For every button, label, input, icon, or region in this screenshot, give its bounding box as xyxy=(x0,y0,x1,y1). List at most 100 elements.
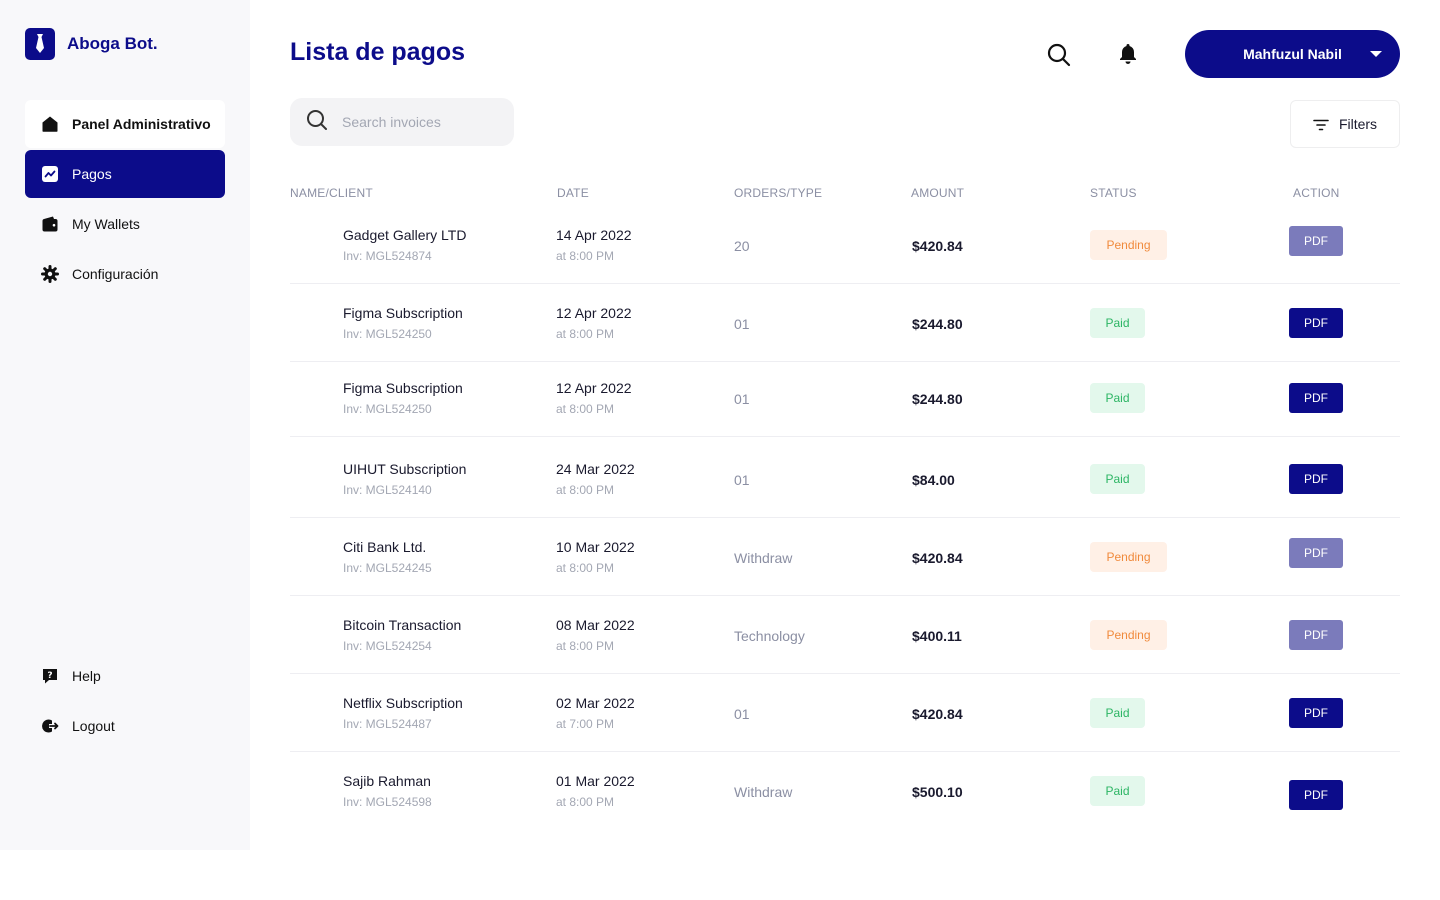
payment-date: 10 Mar 2022 xyxy=(556,539,635,555)
column-header-status: STATUS xyxy=(1090,186,1137,200)
table-row: UIHUT Subscription Inv: MGL524140 24 Mar… xyxy=(290,437,1400,518)
payment-time: at 7:00 PM xyxy=(556,717,615,731)
sidebar-item-logout[interactable]: Logout xyxy=(25,702,225,750)
sidebar: Aboga Bot. Panel Administrativo Pagos My… xyxy=(0,0,250,850)
payment-time: at 8:00 PM xyxy=(556,561,615,575)
status-badge: Paid xyxy=(1090,464,1145,494)
logout-icon xyxy=(41,717,59,735)
payment-time: at 8:00 PM xyxy=(556,795,615,809)
table-row: Figma Subscription Inv: MGL524250 12 Apr… xyxy=(290,284,1400,362)
invoice-number: Inv: MGL524245 xyxy=(343,561,432,575)
order-type: 01 xyxy=(734,472,750,488)
client-name: Sajib Rahman xyxy=(343,773,431,789)
payment-date: 14 Apr 2022 xyxy=(556,227,632,243)
amount: $420.84 xyxy=(912,706,963,722)
search-icon xyxy=(306,109,328,136)
home-icon xyxy=(41,115,59,133)
invoice-number: Inv: MGL524140 xyxy=(343,483,432,497)
table-header: NAME/CLIENT DATE ORDERS/TYPE AMOUNT STAT… xyxy=(0,186,1440,202)
order-type: Withdraw xyxy=(734,784,793,800)
sidebar-item-label: Pagos xyxy=(72,166,112,182)
amount: $84.00 xyxy=(912,472,955,488)
status-badge: Pending xyxy=(1090,230,1167,260)
column-header-orders: ORDERS/TYPE xyxy=(734,186,823,200)
order-type: Technology xyxy=(734,628,805,644)
order-type: 20 xyxy=(734,238,750,254)
invoice-number: Inv: MGL524598 xyxy=(343,795,432,809)
sidebar-bottom-nav: ? Help Logout xyxy=(25,652,225,752)
sidebar-item-label: My Wallets xyxy=(72,216,140,232)
search-icon[interactable] xyxy=(1046,42,1072,68)
status-badge: Paid xyxy=(1090,776,1145,806)
user-menu-button[interactable]: Mahfuzul Nabil xyxy=(1185,30,1400,78)
pdf-button[interactable]: PDF xyxy=(1289,464,1343,494)
table-row: Figma Subscription Inv: MGL524250 12 Apr… xyxy=(290,362,1400,437)
invoice-number: Inv: MGL524254 xyxy=(343,639,432,653)
invoice-number: Inv: MGL524487 xyxy=(343,717,432,731)
sidebar-item-panel-administrativo[interactable]: Panel Administrativo xyxy=(25,100,225,148)
client-name: Netflix Subscription xyxy=(343,695,463,711)
pdf-button[interactable]: PDF xyxy=(1289,538,1343,568)
amount: $500.10 xyxy=(912,784,963,800)
payment-date: 08 Mar 2022 xyxy=(556,617,635,633)
sidebar-item-help[interactable]: ? Help xyxy=(25,652,225,700)
amount: $420.84 xyxy=(912,238,963,254)
sidebar-item-configuracion[interactable]: Configuración xyxy=(25,250,225,298)
notification-bell-icon[interactable] xyxy=(1116,42,1140,66)
table-row: Gadget Gallery LTD Inv: MGL524874 14 Apr… xyxy=(290,206,1400,284)
brand-logo[interactable]: Aboga Bot. xyxy=(25,28,158,60)
payment-date: 01 Mar 2022 xyxy=(556,773,635,789)
payment-time: at 8:00 PM xyxy=(556,327,615,341)
amount: $244.80 xyxy=(912,391,963,407)
payment-date: 24 Mar 2022 xyxy=(556,461,635,477)
order-type: 01 xyxy=(734,391,750,407)
filters-label: Filters xyxy=(1338,116,1378,132)
amount: $244.80 xyxy=(912,316,963,332)
status-badge: Paid xyxy=(1090,383,1145,413)
amount: $420.84 xyxy=(912,550,963,566)
table-row: Netflix Subscription Inv: MGL524487 02 M… xyxy=(290,674,1400,752)
invoice-number: Inv: MGL524874 xyxy=(343,249,432,263)
payment-time: at 8:00 PM xyxy=(556,483,615,497)
filters-button[interactable]: Filters xyxy=(1290,100,1400,148)
order-type: 01 xyxy=(734,706,750,722)
sidebar-item-label: Panel Administrativo xyxy=(72,116,211,132)
payment-date: 02 Mar 2022 xyxy=(556,695,635,711)
payment-time: at 8:00 PM xyxy=(556,249,615,263)
column-header-amount: AMOUNT xyxy=(911,186,965,200)
wallet-icon xyxy=(41,215,59,233)
payment-time: at 8:00 PM xyxy=(556,639,615,653)
pdf-button[interactable]: PDF xyxy=(1289,308,1343,338)
sidebar-item-label: Configuración xyxy=(72,266,159,282)
payment-date: 12 Apr 2022 xyxy=(556,305,632,321)
table-row: Sajib Rahman Inv: MGL524598 01 Mar 2022 … xyxy=(290,752,1400,830)
client-name: Figma Subscription xyxy=(343,380,463,396)
status-badge: Pending xyxy=(1090,620,1167,650)
table-row: Bitcoin Transaction Inv: MGL524254 08 Ma… xyxy=(290,596,1400,674)
sidebar-item-my-wallets[interactable]: My Wallets xyxy=(25,200,225,248)
invoice-number: Inv: MGL524250 xyxy=(343,327,432,341)
order-type: Withdraw xyxy=(734,550,793,566)
status-badge: Pending xyxy=(1090,542,1167,572)
pdf-button[interactable]: PDF xyxy=(1289,383,1343,413)
payment-time: at 8:00 PM xyxy=(556,402,615,416)
status-badge: Paid xyxy=(1090,698,1145,728)
pdf-button[interactable]: PDF xyxy=(1289,698,1343,728)
filter-icon xyxy=(1313,118,1329,131)
payment-date: 12 Apr 2022 xyxy=(556,380,632,396)
search-input[interactable] xyxy=(342,114,492,130)
search-box xyxy=(290,98,514,146)
svg-text:?: ? xyxy=(47,671,52,681)
client-name: Bitcoin Transaction xyxy=(343,617,462,633)
sidebar-item-label: Logout xyxy=(72,718,115,734)
table-row: Citi Bank Ltd. Inv: MGL524245 10 Mar 202… xyxy=(290,518,1400,596)
column-header-date: DATE xyxy=(557,186,589,200)
pdf-button[interactable]: PDF xyxy=(1289,780,1343,810)
chart-icon xyxy=(41,165,59,183)
sidebar-item-label: Help xyxy=(72,668,101,684)
pdf-button[interactable]: PDF xyxy=(1289,226,1343,256)
column-header-action: ACTION xyxy=(1293,186,1340,200)
amount: $400.11 xyxy=(912,628,962,644)
column-header-name: NAME/CLIENT xyxy=(290,186,373,200)
pdf-button[interactable]: PDF xyxy=(1289,620,1343,650)
